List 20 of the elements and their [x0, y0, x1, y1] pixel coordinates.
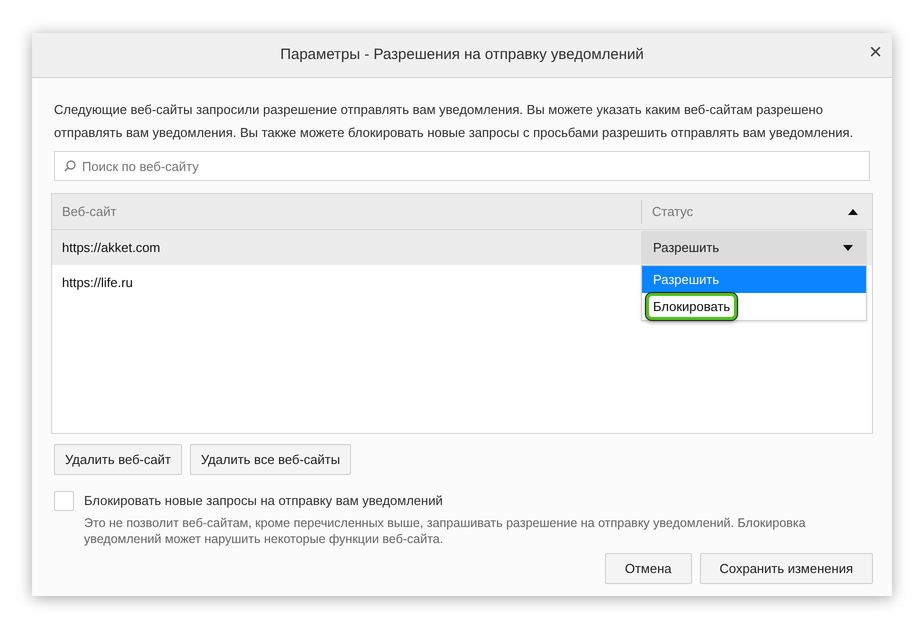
search-field[interactable]: Поиск по веб-сайту — [54, 151, 870, 181]
remove-button[interactable]: Удалить веб-сайт — [54, 444, 182, 475]
cancel-button[interactable]: Отмена — [604, 553, 692, 584]
status-dropdown[interactable]: Разрешить — [641, 231, 867, 264]
window-title: Параметры - Разрешения на отправку уведомлений — [280, 44, 644, 65]
column-header[interactable]: Веб-сайт — [52, 202, 641, 222]
checkbox-label[interactable]: Блокировать новые запросы на отправку вам уведомлений — [84, 491, 443, 511]
search-icon — [64, 160, 76, 172]
save-button[interactable]: Сохранить изменения — [700, 553, 873, 584]
remove-button[interactable]: Удалить все веб-сайты — [190, 444, 352, 475]
table-row[interactable]: https://akket.com Разрешить — [52, 230, 872, 265]
description-text: Следующие веб-сайты запросили разрешение отправлять вам уведомления. Вы можете указать каким веб-сайтам разрешено отправлять вам уведомления. Вы также можете блокировать новые запросы с просьбами разрешить отправлять вам уведомления. — [53, 101, 854, 142]
checkbox[interactable] — [54, 491, 74, 511]
close-button[interactable]: × — [865, 41, 886, 63]
site-url: https://life.ru — [61, 274, 134, 292]
dropdown-option[interactable]: Разрешить — [642, 266, 866, 293]
site-url: https://akket.com — [61, 238, 162, 257]
note-text: Это не позволит веб-сайтам, кроме перечисленных выше, запрашивать разрешение на отправку уведомлений. Блокировка уведомлений может нарушить некоторые функции веб-сайта. — [84, 515, 807, 547]
column-header[interactable]: Статус — [652, 202, 694, 222]
dropdown-caret-icon — [843, 244, 853, 250]
